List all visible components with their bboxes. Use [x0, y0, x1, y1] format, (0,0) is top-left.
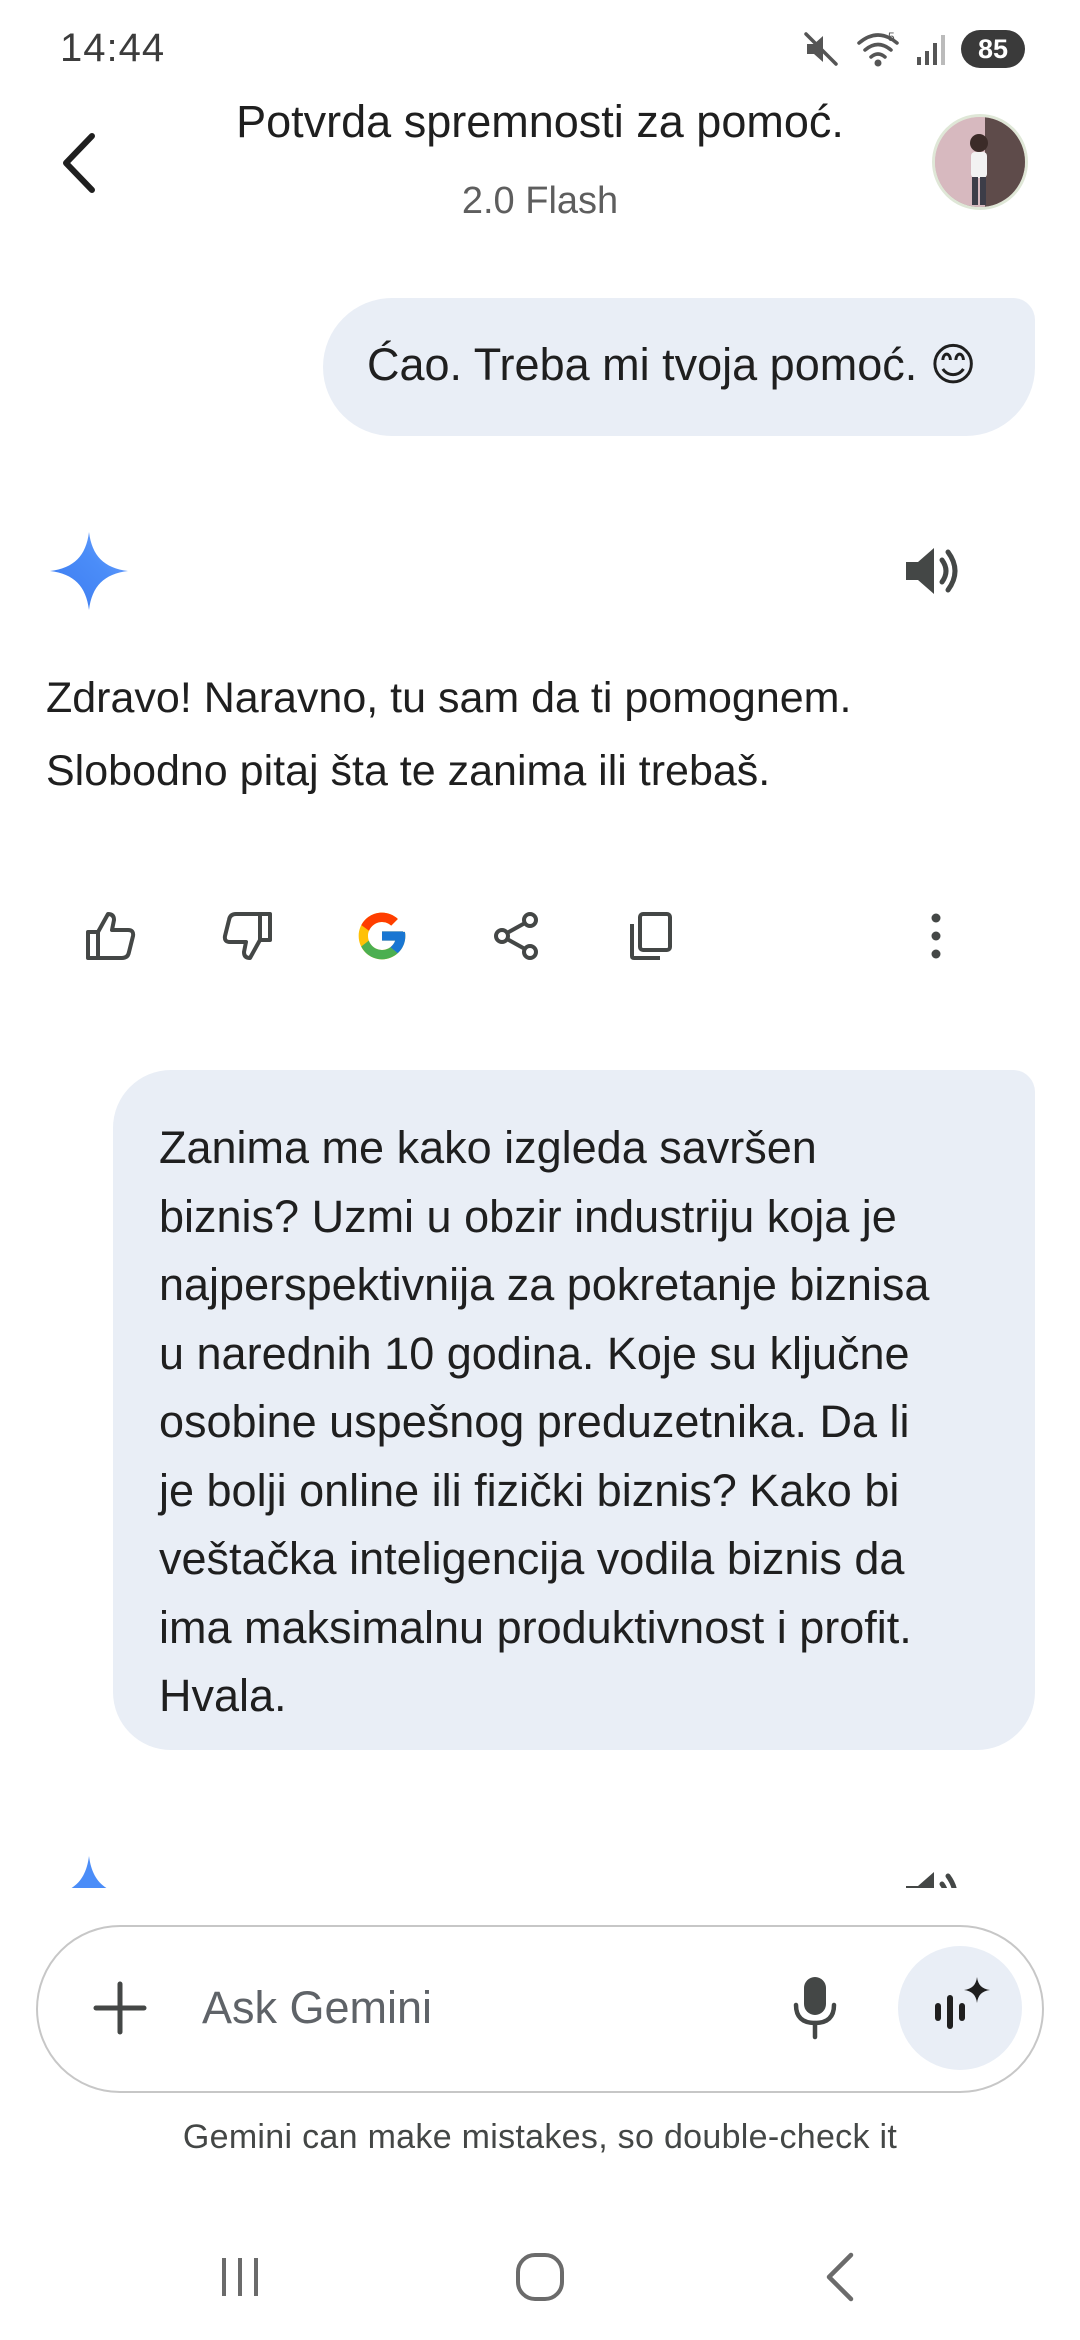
message-line: je bolji online ili fizički biznis? Kako… — [159, 1464, 900, 1516]
chat-title[interactable]: Potvrda spremnosti za pomoć. — [150, 96, 930, 148]
gemini-spark-icon — [50, 532, 128, 610]
double-check-button[interactable] — [346, 900, 418, 972]
back-icon — [826, 2252, 854, 2302]
share-button[interactable] — [480, 900, 552, 972]
add-attachment-button[interactable] — [80, 1968, 160, 2048]
plus-icon — [93, 1981, 147, 2035]
disclaimer-text: Gemini can make mistakes, so double-chec… — [182, 2118, 898, 2156]
thumbs-down-icon — [222, 912, 272, 960]
more-options-button[interactable] — [900, 900, 972, 972]
gemini-chat-screen: 14:44 5 85 Potvrda spremnosti za pomoć. … — [0, 0, 1080, 2340]
message-line: najperspektivnija za pokretanje biznisa — [159, 1259, 930, 1310]
message-line: biznis? Uzmi u obzir industriju koja je — [159, 1190, 897, 1242]
model-response-line: Slobodno pitaj šta te zanima ili trebaš. — [46, 747, 771, 795]
gemini-spark-icon — [71, 1856, 107, 1888]
system-nav-bar — [0, 2220, 1080, 2320]
response-actions — [0, 900, 1080, 970]
voice-input-button[interactable] — [780, 1966, 850, 2050]
mic-icon — [793, 1977, 837, 2040]
message-line: Zanima me kako izgleda savršen — [159, 1122, 817, 1173]
more-vert-icon — [931, 913, 941, 959]
avatar[interactable] — [932, 114, 1028, 210]
recent-apps-icon — [222, 2258, 258, 2296]
prompt-input[interactable] — [202, 1978, 742, 2038]
nav-back-button[interactable] — [805, 2242, 875, 2312]
gemini-live-icon — [935, 1977, 990, 2029]
home-button[interactable] — [505, 2242, 575, 2312]
signal-icon — [915, 29, 947, 69]
google-icon — [358, 912, 406, 960]
good-response-button[interactable] — [76, 900, 148, 972]
gemini-live-button[interactable] — [898, 1946, 1022, 2070]
model-selector[interactable]: 2.0 Flash — [150, 180, 930, 223]
read-aloud-button[interactable] — [898, 536, 968, 606]
home-icon — [516, 2253, 564, 2301]
battery-icon: 85 — [961, 30, 1025, 68]
message-line: Hvala. — [159, 1670, 287, 1721]
status-bar: 14:44 5 85 — [0, 0, 1080, 100]
user-message-2: Zanima me kako izgleda savršen biznis? U… — [113, 1070, 1035, 1750]
wifi-icon: 5 — [855, 29, 901, 69]
next-response-header — [0, 1840, 1080, 1888]
bad-response-button[interactable] — [210, 900, 282, 972]
model-response-1: Zdravo! Naravno, tu sam da ti pomognem. … — [46, 662, 1036, 808]
status-icons: 5 85 — [801, 26, 1025, 72]
model-response-line: Zdravo! Naravno, tu sam da ti pomognem. — [46, 674, 852, 722]
copy-button[interactable] — [614, 900, 686, 972]
speaker-icon — [906, 548, 958, 594]
back-arrow-icon — [63, 133, 95, 193]
speaker-icon — [906, 1872, 957, 1888]
message-line: veštačka inteligencija vodila biznis da — [159, 1533, 905, 1584]
message-line: ima maksimalnu produktivnost i profit. — [159, 1601, 912, 1653]
mute-icon — [801, 29, 841, 69]
recent-apps-button[interactable] — [205, 2242, 275, 2312]
thumbs-up-icon — [86, 912, 136, 960]
svg-text:5: 5 — [888, 30, 895, 44]
status-time: 14:44 — [60, 26, 166, 70]
message-line: u narednih 10 godina. Koje su ključne — [159, 1327, 910, 1379]
copy-icon — [630, 912, 672, 960]
user-message-1: Ćao. Treba mi tvoja pomoć. 😊 — [323, 298, 1035, 436]
back-button[interactable] — [44, 118, 114, 208]
share-icon — [494, 912, 538, 960]
message-line: osobine uspešnog preduzetnika. Da li — [159, 1396, 910, 1447]
